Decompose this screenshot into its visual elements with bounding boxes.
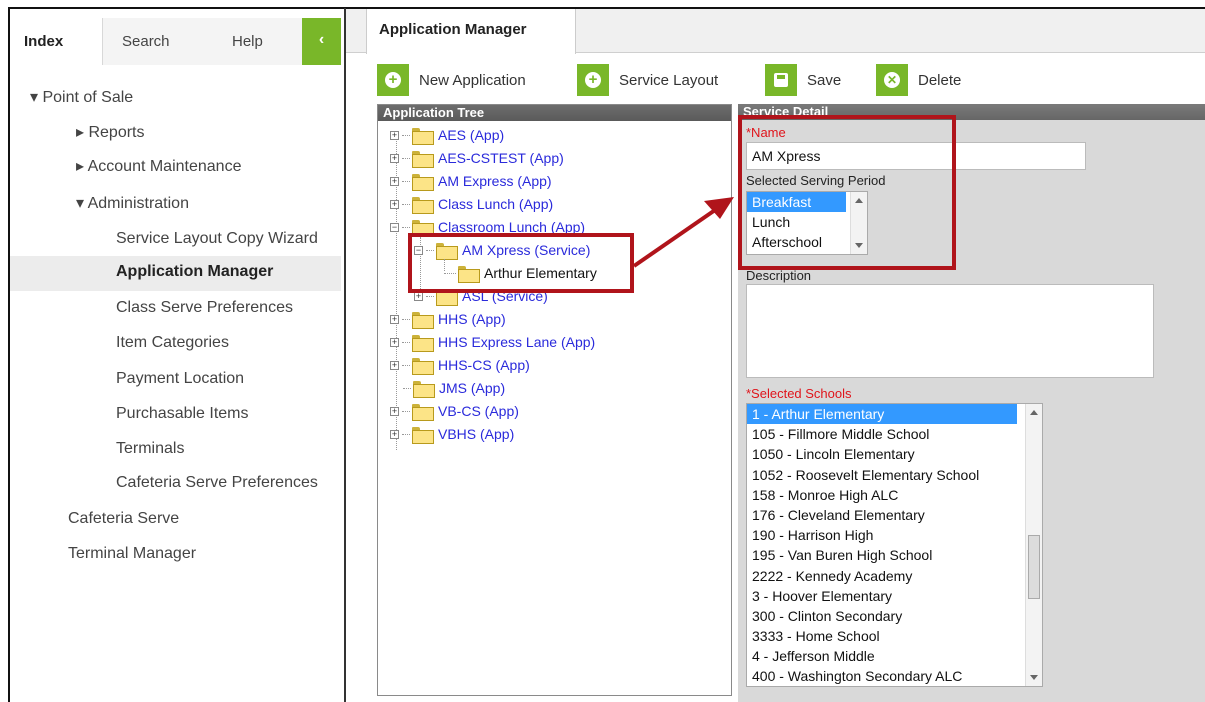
expand-icon[interactable]: + bbox=[390, 429, 399, 439]
folder-icon bbox=[412, 127, 434, 145]
folder-icon bbox=[412, 311, 434, 329]
nav-item-terminals[interactable]: Terminals bbox=[116, 440, 184, 458]
school-option[interactable]: 1050 - Lincoln Elementary bbox=[747, 444, 1042, 464]
tab-bar: Application Manager bbox=[346, 9, 1205, 54]
folder-icon bbox=[412, 150, 434, 168]
tab-index[interactable]: Index bbox=[10, 18, 103, 65]
nav-item-purchasable-items[interactable]: Purchasable Items bbox=[116, 405, 249, 423]
school-option[interactable]: 195 - Van Buren High School bbox=[747, 545, 1042, 565]
folder-icon bbox=[413, 380, 435, 398]
left-navigation: Index Search Help ‹ ▾ Point of Sale ▸ Re… bbox=[8, 0, 343, 702]
nav-item-item-categories[interactable]: Item Categories bbox=[116, 334, 229, 352]
expand-icon[interactable]: + bbox=[390, 199, 399, 209]
plus-icon: + bbox=[577, 64, 609, 96]
expand-icon[interactable]: + bbox=[390, 360, 399, 370]
service-layout-button[interactable]: + Service Layout bbox=[577, 63, 718, 97]
save-button[interactable]: Save bbox=[765, 63, 841, 97]
nav-item-class-serve-preferences[interactable]: Class Serve Preferences bbox=[116, 299, 293, 317]
tree-node[interactable]: + VBHS (App) bbox=[390, 424, 514, 444]
expand-icon[interactable]: + bbox=[390, 314, 399, 324]
chevron-left-icon: ‹ bbox=[318, 31, 325, 48]
nav-item-application-manager[interactable]: Application Manager bbox=[10, 256, 341, 291]
schools-scrollbar[interactable] bbox=[1025, 404, 1042, 686]
school-option[interactable]: 2222 - Kennedy Academy bbox=[747, 566, 1042, 586]
collapse-panel-button[interactable]: ‹ bbox=[302, 18, 341, 65]
plus-icon: + bbox=[377, 64, 409, 96]
collapse-icon[interactable]: − bbox=[390, 222, 399, 232]
school-option[interactable]: 105 - Fillmore Middle School bbox=[747, 424, 1042, 444]
folder-icon bbox=[412, 196, 434, 214]
school-option[interactable]: 3 - Hoover Elementary bbox=[747, 586, 1042, 606]
school-option[interactable]: 1052 - Roosevelt Elementary School bbox=[747, 465, 1042, 485]
expand-icon[interactable]: + bbox=[390, 337, 399, 347]
tree-node[interactable]: + AES-CSTEST (App) bbox=[390, 148, 564, 168]
nav-item-reports[interactable]: ▸ Reports bbox=[76, 122, 145, 142]
tree-node[interactable]: + AES (App) bbox=[390, 125, 504, 145]
school-option[interactable]: 1 - Arthur Elementary bbox=[747, 404, 1017, 425]
top-crop-strip bbox=[0, 0, 1205, 7]
tree-node[interactable]: + AM Express (App) bbox=[390, 171, 552, 191]
tab-label: Application Manager bbox=[379, 21, 527, 38]
tree-node[interactable]: + HHS (App) bbox=[390, 309, 506, 329]
expand-icon[interactable]: + bbox=[390, 406, 399, 416]
scroll-down-icon[interactable] bbox=[1030, 675, 1038, 680]
new-application-label: New Application bbox=[419, 71, 526, 89]
folder-icon bbox=[412, 334, 434, 352]
school-option[interactable]: 3333 - Home School bbox=[747, 626, 1042, 646]
application-tree-panel: Application Tree + AES (App) + AES-CSTEST … bbox=[377, 104, 732, 696]
main-content: Application Manager + New Application + … bbox=[346, 9, 1205, 702]
save-label: Save bbox=[807, 71, 842, 89]
selected-schools-label: *Selected Schools bbox=[746, 386, 852, 401]
folder-icon bbox=[412, 357, 434, 375]
tab-application-manager[interactable]: Application Manager bbox=[366, 9, 576, 54]
folder-icon bbox=[412, 426, 434, 444]
nav-item-cafeteria-serve-preferences[interactable]: Cafeteria Serve Preferences bbox=[116, 474, 318, 492]
nav-item-point-of-sale[interactable]: ▾ Point of Sale bbox=[30, 87, 133, 107]
tree-node[interactable]: JMS (App) bbox=[390, 378, 505, 398]
folder-icon bbox=[412, 403, 434, 421]
school-option[interactable]: 4 - Jefferson Middle bbox=[747, 646, 1042, 666]
highlight-box-tree bbox=[408, 233, 634, 293]
delete-x-icon: ✕ bbox=[876, 64, 908, 96]
school-option[interactable]: 158 - Monroe High ALC bbox=[747, 485, 1042, 505]
application-tree-header: Application Tree bbox=[378, 105, 731, 121]
service-layout-label: Service Layout bbox=[619, 71, 719, 89]
delete-button[interactable]: ✕ Delete bbox=[876, 63, 961, 97]
tree-node[interactable]: + VB-CS (App) bbox=[390, 401, 519, 421]
nav-item-payment-location[interactable]: Payment Location bbox=[116, 370, 244, 388]
tree-node[interactable]: + HHS Express Lane (App) bbox=[390, 332, 595, 352]
selected-schools-list[interactable]: 1 - Arthur Elementary 105 - Fillmore Mid… bbox=[746, 403, 1043, 687]
save-disk-icon bbox=[765, 64, 797, 96]
nav-item-cafeteria-serve[interactable]: Cafeteria Serve bbox=[68, 510, 179, 528]
nav-tabs: Index Search Help ‹ bbox=[10, 18, 341, 65]
tab-help[interactable]: Help bbox=[232, 18, 263, 65]
expand-icon[interactable]: + bbox=[390, 176, 399, 186]
highlight-box-detail bbox=[738, 115, 956, 270]
scroll-up-icon[interactable] bbox=[1030, 410, 1038, 415]
scroll-thumb[interactable] bbox=[1028, 535, 1040, 599]
school-option[interactable]: 300 - Clinton Secondary bbox=[747, 606, 1042, 626]
pane-border bbox=[8, 8, 10, 702]
description-textarea[interactable] bbox=[746, 284, 1154, 378]
delete-label: Delete bbox=[918, 71, 962, 89]
nav-item-account-maintenance[interactable]: ▸ Account Maintenance bbox=[76, 156, 241, 176]
expand-icon[interactable]: + bbox=[390, 130, 399, 140]
school-option[interactable]: 176 - Cleveland Elementary bbox=[747, 505, 1042, 525]
nav-item-service-layout-copy-wizard[interactable]: Service Layout Copy Wizard bbox=[116, 230, 318, 248]
folder-icon bbox=[412, 173, 434, 191]
description-label: Description bbox=[746, 268, 812, 283]
tree-node[interactable]: + Class Lunch (App) bbox=[390, 194, 553, 214]
nav-item-terminal-manager[interactable]: Terminal Manager bbox=[68, 545, 196, 563]
tree-node[interactable]: + HHS-CS (App) bbox=[390, 355, 530, 375]
expand-icon[interactable]: + bbox=[390, 153, 399, 163]
new-application-button[interactable]: + New Application bbox=[377, 63, 526, 97]
school-option[interactable]: 190 - Harrison High bbox=[747, 525, 1042, 545]
nav-item-administration[interactable]: ▾ Administration bbox=[76, 193, 189, 213]
tab-search[interactable]: Search bbox=[122, 18, 170, 65]
nav-item-label: Application Manager bbox=[116, 263, 274, 280]
school-option[interactable]: 400 - Washington Secondary ALC bbox=[747, 666, 1042, 686]
